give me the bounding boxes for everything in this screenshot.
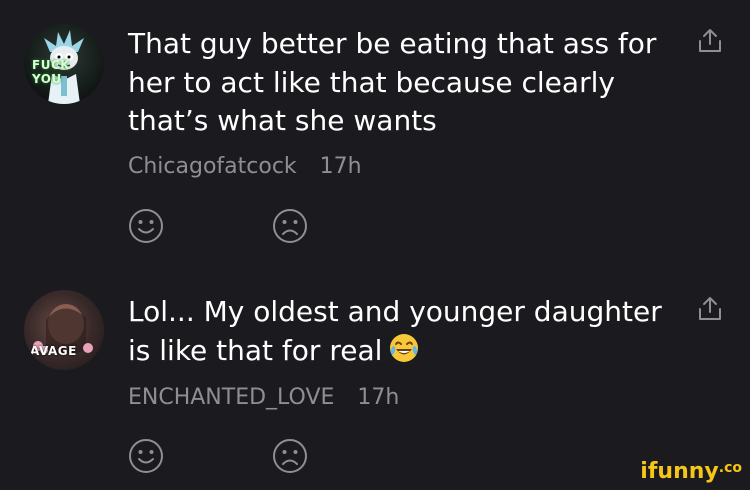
- share-icon[interactable]: [697, 28, 723, 54]
- avatar-chicagofatcock[interactable]: FUCK YOU: [24, 24, 104, 104]
- avatar-overlay-text: AVAGE: [30, 344, 77, 358]
- avatar-enchanted-love[interactable]: AVAGE: [24, 290, 104, 370]
- enchanted-avatar-graphic: [33, 304, 93, 355]
- comment-text: Lol... My oldest and younger daughter is…: [128, 293, 668, 370]
- tears-of-joy-emoji: [388, 332, 420, 364]
- smile-icon[interactable]: [128, 208, 164, 244]
- watermark-suffix: .co: [718, 460, 742, 476]
- ifunny-watermark: ifunny.co: [640, 459, 742, 484]
- avatar-overlay-text: FUCK YOU: [32, 58, 71, 86]
- timestamp: 17h: [357, 385, 400, 410]
- share-icon[interactable]: [697, 296, 723, 322]
- frown-icon[interactable]: [272, 208, 308, 244]
- username[interactable]: Chicagofatcock: [128, 154, 297, 179]
- watermark-main: ifunny: [640, 459, 719, 484]
- timestamp: 17h: [319, 154, 362, 179]
- frown-icon[interactable]: [272, 438, 308, 474]
- comment-meta: ENCHANTED_LOVE 17h: [128, 385, 399, 410]
- comment-meta: Chicagofatcock 17h: [128, 154, 362, 179]
- username[interactable]: ENCHANTED_LOVE: [128, 385, 334, 410]
- comment-text: That guy better be eating that ass for h…: [128, 27, 657, 137]
- smile-icon[interactable]: [128, 438, 164, 474]
